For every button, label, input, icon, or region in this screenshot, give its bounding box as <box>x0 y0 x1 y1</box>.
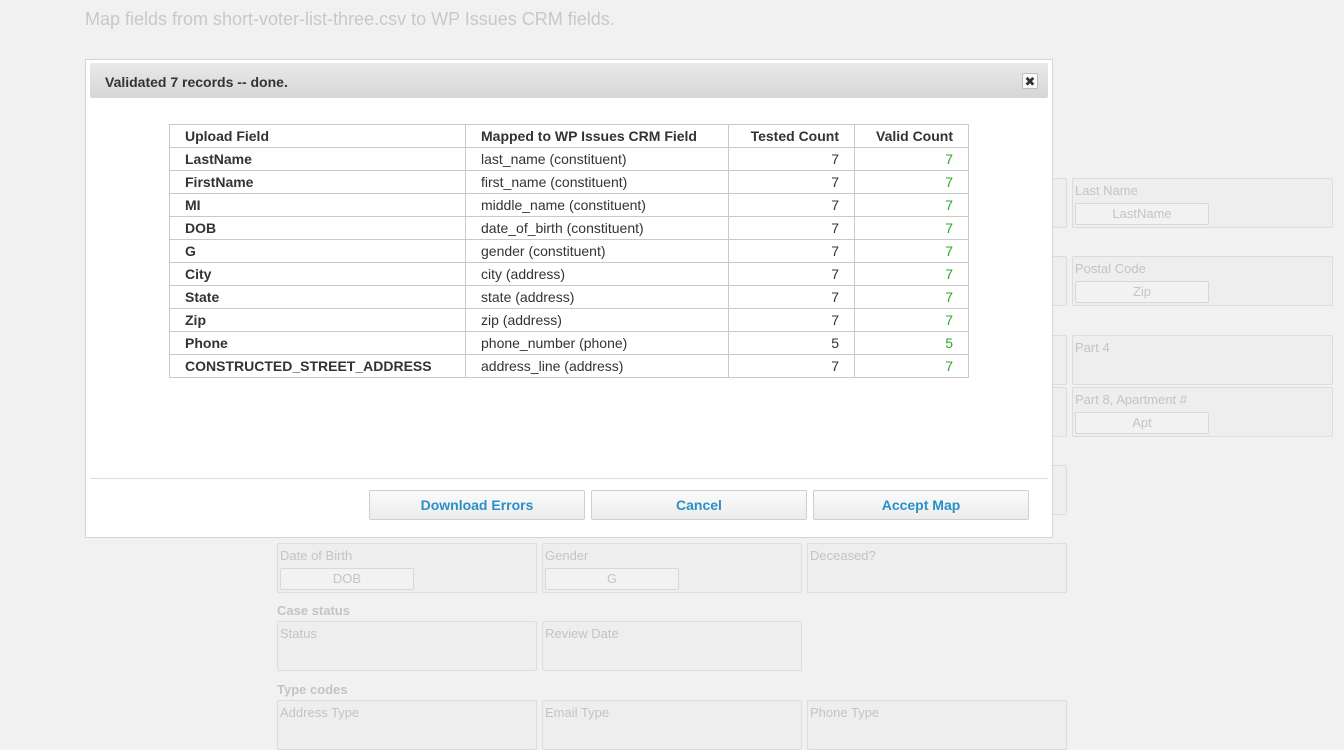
bg-field-value[interactable]: Zip <box>1075 281 1209 303</box>
mapped-field-cell: phone_number (phone) <box>465 331 729 355</box>
bg-field-label: Deceased? <box>810 548 876 563</box>
tested-count-cell: 7 <box>728 216 855 240</box>
tested-count-cell: 7 <box>728 193 855 217</box>
validation-dialog: Validated 7 records -- done. ✖ Upload Fi… <box>85 59 1053 538</box>
upload-field-cell: G <box>169 239 466 263</box>
table-row: Zip zip (address) 7 7 <box>169 308 969 332</box>
tested-count-cell: 7 <box>728 147 855 171</box>
mapped-field-cell: first_name (constituent) <box>465 170 729 194</box>
bg-field-deceased[interactable]: Deceased? <box>807 543 1067 593</box>
bg-field-label: Status <box>280 626 317 641</box>
upload-field-cell: FirstName <box>169 170 466 194</box>
bg-field-part-8[interactable]: Part 8, Apartment # Apt <box>1072 387 1333 437</box>
bg-field-label: Postal Code <box>1075 261 1146 276</box>
bg-field-label: Part 8, Apartment # <box>1075 392 1188 407</box>
mapped-field-cell: state (address) <box>465 285 729 309</box>
cancel-button[interactable]: Cancel <box>591 490 807 520</box>
bg-field-value[interactable]: Apt <box>1075 412 1209 434</box>
valid-count-cell: 7 <box>854 193 969 217</box>
tested-count-cell: 7 <box>728 308 855 332</box>
download-errors-button[interactable]: Download Errors <box>369 490 585 520</box>
table-row: CONSTRUCTED_STREET_ADDRESS address_line (… <box>169 354 969 378</box>
valid-count-cell: 7 <box>854 354 969 378</box>
bg-field-email-type[interactable]: Email Type <box>542 700 802 750</box>
tested-count-cell: 5 <box>728 331 855 355</box>
bg-field-part-4[interactable]: Part 4 <box>1072 335 1333 385</box>
valid-count-cell: 7 <box>854 147 969 171</box>
bg-field-postal-code[interactable]: Postal Code Zip <box>1072 256 1333 306</box>
dialog-titlebar[interactable]: Validated 7 records -- done. ✖ <box>90 63 1048 98</box>
table-row: MI middle_name (constituent) 7 7 <box>169 193 969 217</box>
bg-field-address-type[interactable]: Address Type <box>277 700 537 750</box>
bg-field-label: Email Type <box>545 705 610 720</box>
mapped-field-cell: gender (constituent) <box>465 239 729 263</box>
upload-field-cell: MI <box>169 193 466 217</box>
dialog-divider <box>90 478 1048 479</box>
table-header-row: Upload Field Mapped to WP Issues CRM Fie… <box>169 124 969 148</box>
bg-field-value[interactable]: DOB <box>280 568 414 590</box>
bg-field-label: Phone Type <box>810 705 880 720</box>
bg-field-review-date[interactable]: Review Date <box>542 621 802 671</box>
table-row: FirstName first_name (constituent) 7 7 <box>169 170 969 194</box>
bg-section-case-status: Case status <box>277 603 350 618</box>
bg-field-label: Date of Birth <box>280 548 353 563</box>
upload-field-cell: DOB <box>169 216 466 240</box>
valid-count-cell: 7 <box>854 308 969 332</box>
table-row: DOB date_of_birth (constituent) 7 7 <box>169 216 969 240</box>
tested-count-cell: 7 <box>728 170 855 194</box>
valid-count-cell: 5 <box>854 331 969 355</box>
upload-field-cell: Zip <box>169 308 466 332</box>
table-row: LastName last_name (constituent) 7 7 <box>169 147 969 171</box>
mapped-field-cell: city (address) <box>465 262 729 286</box>
mapped-field-cell: zip (address) <box>465 308 729 332</box>
header-valid-count: Valid Count <box>854 124 969 148</box>
tested-count-cell: 7 <box>728 262 855 286</box>
bg-field-label: Address Type <box>280 705 360 720</box>
upload-field-cell: City <box>169 262 466 286</box>
tested-count-cell: 7 <box>728 354 855 378</box>
table-row: Phone phone_number (phone) 5 5 <box>169 331 969 355</box>
valid-count-cell: 7 <box>854 216 969 240</box>
bg-field-label: Part 4 <box>1075 340 1110 355</box>
bg-field-date-of-birth[interactable]: Date of Birth DOB <box>277 543 537 593</box>
header-mapped-field: Mapped to WP Issues CRM Field <box>465 124 729 148</box>
upload-field-cell: Phone <box>169 331 466 355</box>
table-row: State state (address) 7 7 <box>169 285 969 309</box>
mapped-field-cell: middle_name (constituent) <box>465 193 729 217</box>
tested-count-cell: 7 <box>728 285 855 309</box>
bg-field-value[interactable]: G <box>545 568 679 590</box>
bg-field-gender[interactable]: Gender G <box>542 543 802 593</box>
header-upload-field: Upload Field <box>169 124 466 148</box>
header-tested-count: Tested Count <box>728 124 855 148</box>
table-body: LastName last_name (constituent) 7 7 FirstNa… <box>169 147 969 378</box>
mapped-field-cell: address_line (address) <box>465 354 729 378</box>
valid-count-cell: 7 <box>854 262 969 286</box>
bg-field-status[interactable]: Status <box>277 621 537 671</box>
bg-field-value[interactable]: LastName <box>1075 203 1209 225</box>
valid-count-cell: 7 <box>854 285 969 309</box>
bg-field-phone-type[interactable]: Phone Type <box>807 700 1067 750</box>
table-row: City city (address) 7 7 <box>169 262 969 286</box>
upload-field-cell: State <box>169 285 466 309</box>
table-row: Ggender (constituent) 7 7 <box>169 239 969 263</box>
close-icon[interactable]: ✖ <box>1022 73 1038 89</box>
field-map-table: Upload Field Mapped to WP Issues CRM Fie… <box>169 124 969 378</box>
accept-map-button[interactable]: Accept Map <box>813 490 1029 520</box>
valid-count-cell: 7 <box>854 239 969 263</box>
bg-field-label: Review Date <box>545 626 619 641</box>
bg-field-last-name[interactable]: Last Name LastName <box>1072 178 1333 228</box>
upload-field-cell: LastName <box>169 147 466 171</box>
dialog-title: Validated 7 records -- done. <box>105 74 288 90</box>
tested-count-cell: 7 <box>728 239 855 263</box>
bg-field-label: Gender <box>545 548 589 563</box>
valid-count-cell: 7 <box>854 170 969 194</box>
page-heading: Map fields from short-voter-list-three.c… <box>85 9 615 29</box>
mapped-field-cell: date_of_birth (constituent) <box>465 216 729 240</box>
mapped-field-cell: last_name (constituent) <box>465 147 729 171</box>
upload-field-cell: CONSTRUCTED_STREET_ADDRESS <box>169 354 466 378</box>
bg-field-label: Last Name <box>1075 183 1138 198</box>
bg-section-type-codes: Type codes <box>277 682 348 697</box>
